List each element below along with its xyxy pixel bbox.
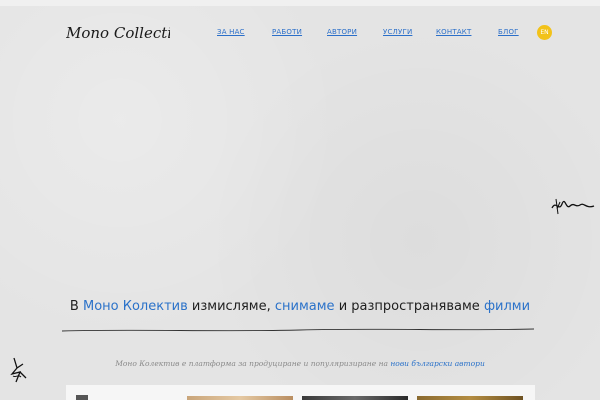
top-strip — [0, 0, 600, 6]
hand-drawn-underline — [61, 328, 535, 332]
hero-text-2: измисляме, — [187, 299, 275, 314]
hero-headline: В Моно Колектив измисляме, снимаме и раз… — [60, 298, 540, 315]
nav-item-services[interactable]: УСЛУГИ — [383, 28, 412, 36]
nav-item-about[interactable]: ЗА НАС — [217, 28, 245, 36]
page-background — [0, 0, 600, 400]
hero-link-films[interactable]: филми — [484, 299, 530, 314]
intro-body: Моно Колектив е платформа за продуциране… — [115, 359, 391, 368]
scribble-figure-icon — [10, 357, 27, 383]
main-nav: ЗА НАС РАБОТИ АВТОРИ УСЛУГИ КОНТАКТ БЛОГ — [0, 28, 600, 42]
nav-item-contact[interactable]: КОНТАКТ — [436, 28, 471, 36]
intro-link-new-authors[interactable]: нови български автори — [390, 359, 484, 368]
nav-item-authors[interactable]: АВТОРИ — [327, 28, 357, 36]
work-thumbnail[interactable] — [302, 396, 408, 400]
hero-text-1: В — [69, 299, 83, 314]
works-strip-label — [76, 395, 88, 400]
intro-text: Моно Колектив е платформа за продуциране… — [60, 359, 540, 368]
scribble-decoration-icon — [551, 198, 595, 215]
nav-item-blog[interactable]: БЛОГ — [498, 28, 519, 36]
work-thumbnail[interactable] — [417, 396, 523, 400]
work-thumbnail[interactable] — [187, 396, 293, 400]
language-toggle-button[interactable]: EN — [537, 25, 552, 40]
nav-item-works[interactable]: РАБОТИ — [272, 28, 302, 36]
hero-text-3: и разпространяваме — [334, 299, 484, 314]
hero-link-mono-collective[interactable]: Моно Колектив — [83, 299, 188, 314]
hero-link-shoot[interactable]: снимаме — [275, 299, 335, 314]
